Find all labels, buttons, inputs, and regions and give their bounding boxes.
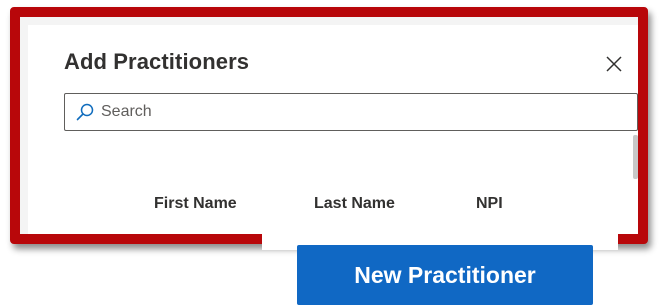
screenshot-stage: Add Practitioners First Name [0,0,662,305]
highlight-annotation-frame: Add Practitioners First Name [10,7,648,244]
add-practitioners-dialog: Add Practitioners First Name [28,25,638,234]
practitioners-table-header: First Name Last Name NPI [64,195,624,234]
column-header-first-name[interactable]: First Name [154,195,237,213]
column-header-last-name[interactable]: Last Name [314,195,395,213]
close-icon [606,56,622,72]
search-input[interactable] [101,94,637,130]
search-box[interactable] [64,93,638,131]
dialog-title: Add Practitioners [64,49,250,74]
close-button[interactable] [601,51,627,77]
column-header-npi[interactable]: NPI [476,195,503,213]
search-icon [75,102,95,122]
scrollbar[interactable] [633,135,638,179]
new-practitioner-button[interactable]: New Practitioner [297,245,593,305]
